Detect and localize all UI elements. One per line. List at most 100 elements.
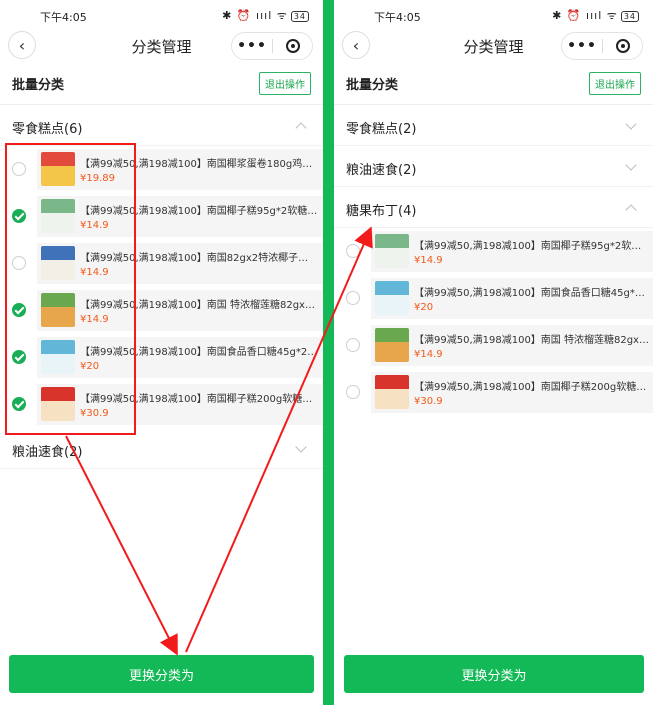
product-thumbnail bbox=[41, 340, 75, 374]
chevron-down-icon[interactable] bbox=[625, 159, 637, 171]
product-thumbnail bbox=[375, 234, 409, 268]
product-thumbnail bbox=[41, 152, 75, 186]
chevron-up-icon[interactable] bbox=[625, 204, 637, 216]
mini-program-capsule: ••• bbox=[561, 32, 643, 60]
product-name: 【满99减50,满198减100】南国 特浓榴莲糖82gx… bbox=[80, 300, 315, 311]
batch-header: 批量分类 退出操作 bbox=[334, 60, 653, 105]
category-header[interactable]: 零食糕点(2) bbox=[334, 105, 653, 146]
change-category-button[interactable]: 更换分类为 bbox=[344, 655, 644, 693]
close-mini-program-button[interactable] bbox=[603, 39, 642, 53]
product-price: ¥14.9 bbox=[414, 349, 443, 360]
product-card: 【满99减50,满198减100】南国椰浆蛋卷180g鸡… ¥19.89 bbox=[37, 149, 323, 190]
product-price: ¥14.9 bbox=[80, 314, 109, 325]
thumbnail-top bbox=[375, 234, 409, 248]
unchecked-radio-icon[interactable] bbox=[346, 291, 360, 305]
status-bar: 下午4:05 ✱ ⏰ ıııl ᯤ 34 bbox=[334, 0, 653, 30]
product-card: 【满99减50,满198减100】南国椰子糕200g软糖… ¥30.9 bbox=[37, 384, 323, 425]
checked-radio-icon[interactable] bbox=[12, 209, 26, 223]
exit-operation-button[interactable]: 退出操作 bbox=[589, 72, 641, 95]
target-icon bbox=[285, 39, 300, 53]
status-signal-icons: ✱ ⏰ ıııl ᯤ bbox=[222, 9, 288, 22]
category-name: 零食糕点(2) bbox=[346, 122, 417, 137]
checked-radio-icon[interactable] bbox=[12, 397, 26, 411]
category-name: 零食糕点(6) bbox=[12, 122, 83, 137]
product-name: 【满99减50,满198减100】南国椰浆蛋卷180g鸡… bbox=[80, 159, 313, 170]
product-card: 【满99减50,满198减100】南国食品香口糖45g*2… ¥20 bbox=[371, 278, 653, 319]
unchecked-radio-icon[interactable] bbox=[346, 244, 360, 258]
unchecked-radio-icon[interactable] bbox=[12, 162, 26, 176]
unchecked-radio-icon[interactable] bbox=[346, 338, 360, 352]
product-list: 【满99减50,满198减100】南国椰子糕95g*2软糖… ¥14.9 【满99减… bbox=[334, 228, 653, 416]
thumbnail-top bbox=[41, 152, 75, 166]
checked-radio-icon[interactable] bbox=[12, 350, 26, 364]
navigation-bar: ‹ 分类管理 ••• bbox=[334, 30, 653, 60]
product-row[interactable]: 【满99减50,满198减100】南国椰浆蛋卷180g鸡… ¥19.89 bbox=[0, 146, 323, 193]
more-button[interactable]: ••• bbox=[232, 38, 272, 54]
product-row[interactable]: 【满99减50,满198减100】南国椰子糕200g软糖… ¥30.9 bbox=[0, 381, 323, 428]
left-phone-screen: 下午4:05 ✱ ⏰ ıııl ᯤ 34 ‹ 分类管理 ••• 批量分类 退出操作 零食糕点(6… bbox=[0, 0, 323, 705]
thumbnail-bottom bbox=[41, 259, 75, 280]
product-row[interactable]: 【满99减50,满198减100】南国椰子糕95g*2软糖… ¥14.9 bbox=[0, 193, 323, 240]
thumbnail-top bbox=[41, 246, 75, 260]
product-card: 【满99减50,满198减100】南国椰子糕95g*2软糖… ¥14.9 bbox=[37, 196, 323, 237]
chevron-up-icon[interactable] bbox=[295, 122, 307, 134]
category-header[interactable]: 粮油速食(2) bbox=[334, 146, 653, 187]
product-thumbnail bbox=[375, 281, 409, 315]
category-name: 粮油速食(2) bbox=[12, 445, 83, 460]
product-name: 【满99减50,满198减100】南国椰子糕200g软糖… bbox=[414, 382, 647, 393]
thumbnail-bottom bbox=[41, 165, 75, 186]
battery-icon: 34 bbox=[620, 11, 639, 22]
product-name: 【满99减50,满198减100】南国椰子糕95g*2软糖… bbox=[414, 241, 649, 252]
product-price: ¥14.9 bbox=[80, 220, 109, 231]
target-icon bbox=[615, 39, 630, 53]
category-header[interactable]: 零食糕点(6) bbox=[0, 105, 323, 146]
right-phone-screen: 下午4:05 ✱ ⏰ ıııl ᯤ 34 ‹ 分类管理 ••• 批量分类 退出操作零食糕点(2… bbox=[334, 0, 653, 705]
product-row[interactable]: 【满99减50,满198减100】南国食品香口糖45g*2… ¥20 bbox=[334, 275, 653, 322]
product-row[interactable]: 【满99减50,满198减100】南国82gx2特浓椰子… ¥14.9 bbox=[0, 240, 323, 287]
product-thumbnail bbox=[375, 375, 409, 409]
product-price: ¥19.89 bbox=[80, 173, 115, 184]
batch-title: 批量分类 bbox=[12, 78, 65, 93]
exit-operation-button[interactable]: 退出操作 bbox=[259, 72, 311, 95]
product-name: 【满99减50,满198减100】南国食品香口糖45g*2… bbox=[414, 288, 649, 299]
product-row[interactable]: 【满99减50,满198减100】南国椰子糕200g软糖… ¥30.9 bbox=[334, 369, 653, 416]
status-time: 下午4:05 bbox=[374, 11, 421, 24]
product-price: ¥20 bbox=[80, 361, 100, 372]
panel-divider bbox=[323, 0, 334, 705]
mini-program-capsule: ••• bbox=[231, 32, 313, 60]
chevron-down-icon[interactable] bbox=[625, 118, 637, 130]
product-card: 【满99减50,满198减100】南国椰子糕200g软糖… ¥30.9 bbox=[371, 372, 653, 413]
more-button[interactable]: ••• bbox=[562, 38, 602, 54]
product-card: 【满99减50,满198减100】南国 特浓榴莲糖82gx… ¥14.9 bbox=[37, 290, 323, 331]
close-mini-program-button[interactable] bbox=[273, 39, 312, 53]
product-thumbnail bbox=[41, 293, 75, 327]
product-thumbnail bbox=[41, 199, 75, 233]
unchecked-radio-icon[interactable] bbox=[12, 256, 26, 270]
category-header[interactable]: 粮油速食(2) bbox=[0, 428, 323, 469]
product-row[interactable]: 【满99减50,满198减100】南国椰子糕95g*2软糖… ¥14.9 bbox=[334, 228, 653, 275]
product-card: 【满99减50,满198减100】南国82gx2特浓椰子… ¥14.9 bbox=[37, 243, 323, 284]
product-price: ¥20 bbox=[414, 302, 434, 313]
change-category-button[interactable]: 更换分类为 bbox=[9, 655, 314, 693]
product-list: 【满99减50,满198减100】南国椰浆蛋卷180g鸡… ¥19.89 【满99减… bbox=[0, 146, 323, 428]
product-row[interactable]: 【满99减50,满198减100】南国食品香口糖45g*2… ¥20 bbox=[0, 334, 323, 381]
status-icons: ✱ ⏰ ıııl ᯤ 34 bbox=[222, 8, 309, 23]
product-card: 【满99减50,满198减100】南国 特浓榴莲糖82gx… ¥14.9 bbox=[371, 325, 653, 366]
thumbnail-bottom bbox=[41, 306, 75, 327]
chevron-down-icon[interactable] bbox=[295, 441, 307, 453]
product-name: 【满99减50,满198减100】南国 特浓榴莲糖82gx… bbox=[414, 335, 649, 346]
thumbnail-bottom bbox=[375, 247, 409, 268]
batch-title: 批量分类 bbox=[346, 78, 399, 93]
thumbnail-bottom bbox=[41, 212, 75, 233]
status-icons: ✱ ⏰ ıııl ᯤ 34 bbox=[552, 8, 639, 23]
checked-radio-icon[interactable] bbox=[12, 303, 26, 317]
thumbnail-bottom bbox=[41, 400, 75, 421]
battery-icon: 34 bbox=[290, 11, 309, 22]
product-thumbnail bbox=[41, 246, 75, 280]
thumbnail-bottom bbox=[375, 341, 409, 362]
product-row[interactable]: 【满99减50,满198减100】南国 特浓榴莲糖82gx… ¥14.9 bbox=[0, 287, 323, 334]
product-row[interactable]: 【满99减50,满198减100】南国 特浓榴莲糖82gx… ¥14.9 bbox=[334, 322, 653, 369]
category-header[interactable]: 糖果布丁(4) bbox=[334, 187, 653, 228]
unchecked-radio-icon[interactable] bbox=[346, 385, 360, 399]
status-bar: 下午4:05 ✱ ⏰ ıııl ᯤ 34 bbox=[0, 0, 323, 30]
